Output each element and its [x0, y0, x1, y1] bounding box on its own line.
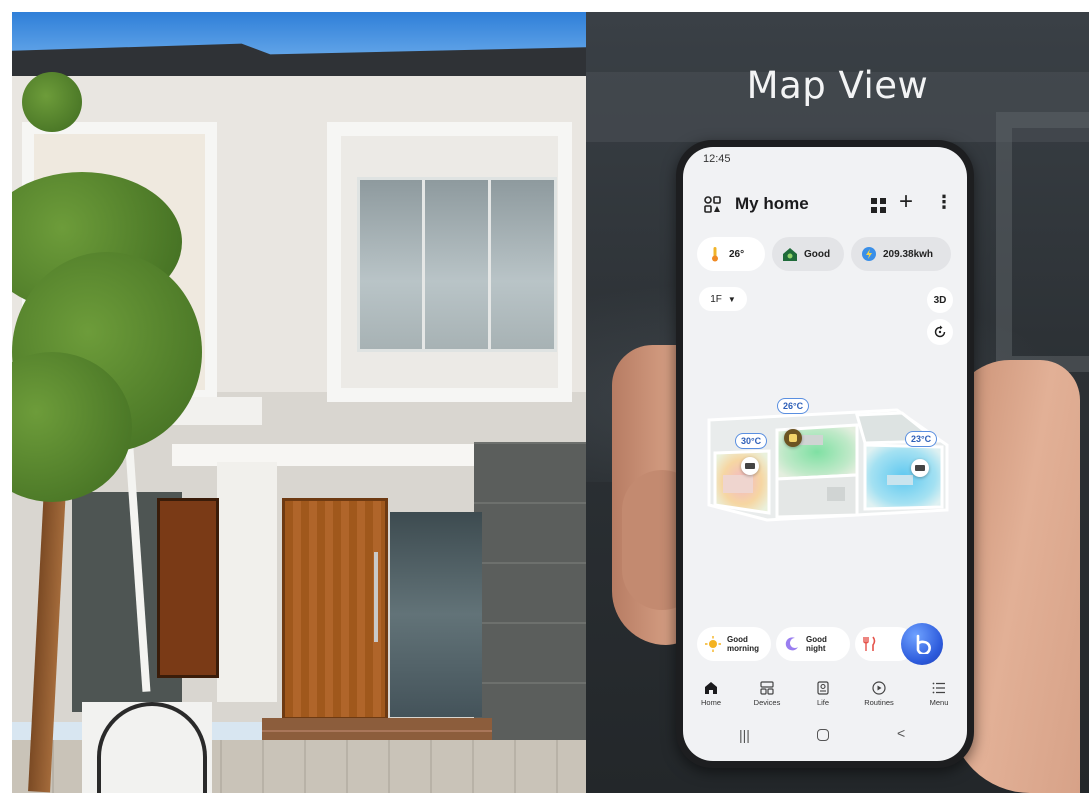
temperature-value: 26° — [729, 248, 745, 260]
phone-screen: 12:45 My home + ⋮ 26° Good 209.38kwh 1F … — [683, 147, 967, 761]
air-conditioner-icon[interactable] — [741, 457, 759, 475]
view-3d-button[interactable]: 3D — [927, 287, 953, 313]
nav-label: Home — [700, 698, 721, 707]
menu-icon — [932, 682, 945, 694]
assistant-button[interactable] — [901, 623, 943, 665]
home-header: My home + ⋮ — [703, 189, 953, 219]
scene-line1: Good — [727, 635, 748, 644]
glass-door — [390, 512, 482, 717]
nav-label: Life — [816, 698, 830, 707]
nav-label: Menu — [929, 698, 949, 707]
fork-knife-icon — [863, 636, 876, 651]
furniture-desk — [887, 475, 913, 485]
rotate-icon — [934, 325, 946, 338]
routines-icon — [872, 681, 886, 695]
nav-menu[interactable]: Menu — [911, 675, 967, 707]
energy-value: 209.38kwh — [883, 248, 934, 260]
floor-selector[interactable]: 1F ▼ — [699, 287, 747, 311]
moon-icon — [785, 637, 798, 651]
furniture-bed — [723, 475, 753, 493]
headline: Map View — [746, 64, 929, 107]
status-time: 12:45 — [703, 153, 731, 165]
furniture-table — [827, 487, 845, 501]
bottom-navigation: Home Devices Life Routines Menu — [683, 675, 967, 719]
scene-good-night[interactable]: Good night — [776, 627, 850, 661]
system-navigation: ||| < — [683, 725, 967, 749]
stone-wall-right — [474, 442, 586, 742]
air-quality-chip[interactable]: Good — [772, 237, 844, 271]
nav-routines[interactable]: Routines — [851, 675, 907, 707]
entrance-column — [217, 462, 277, 702]
house-photo — [12, 12, 586, 793]
assistant-b-icon — [916, 634, 931, 654]
room-temp-bubble[interactable]: 30°C — [735, 433, 768, 449]
grid-view-icon[interactable] — [871, 198, 886, 213]
energy-chip[interactable]: 209.38kwh — [851, 237, 951, 271]
sun-icon — [705, 636, 721, 652]
door-handle — [374, 552, 378, 642]
side-door — [157, 498, 219, 678]
floor-value: 1F — [710, 293, 722, 305]
room-temp-bubble[interactable]: 26°C — [777, 398, 810, 414]
upper-window-glass — [357, 177, 557, 352]
tree-foliage — [22, 72, 82, 132]
recent-apps-icon[interactable]: ||| — [739, 727, 750, 743]
thermometer-icon — [707, 246, 723, 262]
scene-line1: Good — [806, 635, 827, 644]
sensor-device-icon[interactable] — [784, 429, 802, 447]
nav-label: Routines — [864, 698, 894, 707]
back-icon[interactable]: < — [897, 725, 905, 741]
more-vertical-icon[interactable]: ⋮ — [935, 192, 953, 213]
air-conditioner-icon[interactable] — [911, 459, 929, 477]
wooden-front-door — [282, 498, 388, 720]
devices-icon — [760, 681, 774, 695]
rotate-view-button[interactable] — [927, 319, 953, 345]
life-icon — [817, 681, 829, 695]
nav-life[interactable]: Life — [795, 675, 851, 707]
nav-devices[interactable]: Devices — [739, 675, 795, 707]
caret-down-icon: ▼ — [727, 294, 736, 304]
home-button-icon[interactable] — [817, 729, 829, 741]
scene-good-morning[interactable]: Good morning — [697, 627, 771, 661]
energy-icon — [861, 246, 877, 262]
scene-line2: night — [806, 644, 826, 653]
scene-line2: morning — [727, 644, 759, 653]
air-quality-icon — [782, 246, 798, 262]
air-quality-value: Good — [804, 248, 831, 260]
home-layout-icon — [704, 196, 721, 213]
room-temp-bubble[interactable]: 23°C — [905, 431, 938, 447]
nav-label: Devices — [753, 698, 781, 707]
home-icon — [705, 682, 717, 694]
nav-home[interactable]: Home — [683, 675, 739, 707]
temperature-chip[interactable]: 26° — [697, 237, 765, 271]
home-title[interactable]: My home — [735, 194, 809, 214]
plus-icon[interactable]: + — [899, 189, 913, 215]
